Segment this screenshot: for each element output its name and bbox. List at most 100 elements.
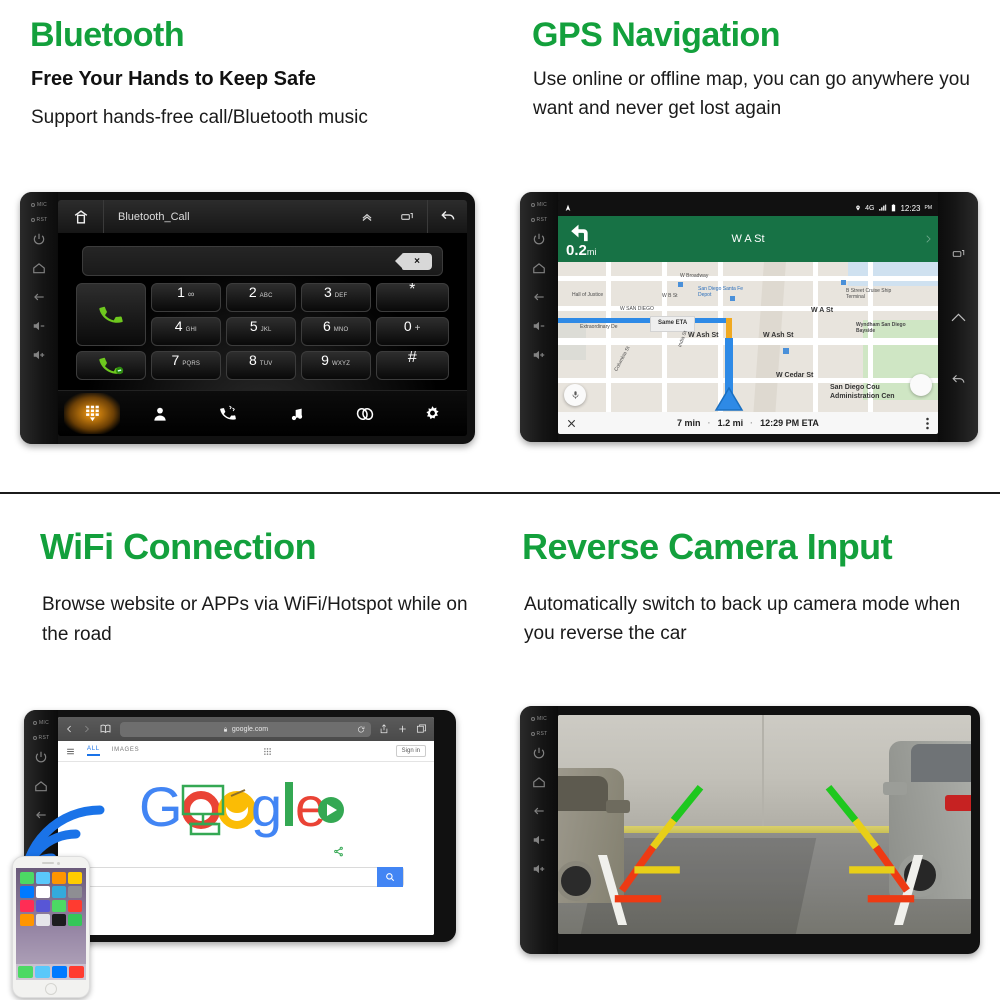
share-icon[interactable] [333, 846, 344, 857]
volume-up-icon[interactable] [532, 348, 546, 362]
power-icon[interactable] [532, 232, 546, 246]
bluetooth-screen: Bluetooth_Call × 1 ∞ 2 ABC 3 DEF * 4 GHI… [58, 200, 467, 436]
device-left-bezel: MIC RST [520, 192, 558, 442]
bezel-mic-label: MIC [530, 716, 547, 722]
music-icon[interactable] [263, 391, 331, 436]
chevron-right-icon[interactable] [923, 232, 933, 246]
tab-all[interactable]: ALL [87, 746, 100, 756]
share-icon[interactable] [379, 723, 389, 735]
dialpad-key[interactable]: 8 TUV [225, 351, 296, 380]
hamburger-menu-icon[interactable] [66, 747, 75, 756]
map-canvas[interactable]: Same ETA W Broadway W SAN DIEGO W B St W… [558, 262, 938, 412]
navigation-arrow-icon [565, 204, 571, 211]
dialpad-key[interactable]: 9 WXYZ [300, 351, 371, 380]
eta-callout: Same ETA [650, 316, 696, 332]
volume-up-icon[interactable] [532, 862, 546, 876]
bluetooth-heading: Bluetooth [30, 16, 185, 54]
dialpad-key[interactable]: 6 MNO [300, 317, 371, 346]
dialpad-key[interactable]: 7 PQRS [150, 351, 221, 380]
contacts-icon[interactable] [126, 391, 194, 436]
back-icon[interactable] [532, 290, 546, 304]
more-vertical-icon[interactable] [926, 417, 929, 430]
back-icon[interactable] [32, 290, 46, 304]
call-history-icon[interactable] [194, 391, 262, 436]
google-doodle-logo[interactable]: G g e [139, 775, 354, 857]
home-icon[interactable] [34, 779, 48, 793]
map-direction-button[interactable] [910, 374, 932, 396]
phone-number-input[interactable]: × [82, 246, 443, 276]
map-label: B Street Cruise Ship Terminal [846, 288, 892, 300]
panel-gps: GPS Navigation Use online or offline map… [500, 0, 1000, 492]
home-icon[interactable] [949, 310, 968, 323]
lock-icon [223, 726, 227, 732]
network-label: 4G [865, 204, 875, 212]
head-unit-gps: MIC RST 4G 12:23 PM 0.2mi W A St Same ET… [520, 192, 978, 442]
link-icon[interactable] [331, 391, 399, 436]
bookmarks-icon[interactable] [99, 723, 112, 735]
home-icon[interactable] [58, 200, 104, 233]
map-label: W Broadway [680, 273, 709, 279]
dialpad-key[interactable]: * [375, 281, 449, 312]
home-icon[interactable] [532, 775, 546, 789]
search-input[interactable] [88, 867, 404, 887]
home-button[interactable] [45, 983, 57, 995]
back-arrow-icon[interactable] [65, 723, 74, 735]
dialpad-key[interactable]: 3 DEF [300, 283, 371, 312]
new-tab-icon[interactable] [397, 723, 408, 735]
volume-down-icon[interactable] [532, 319, 546, 333]
gps-body: Use online or offline map, you can go an… [533, 69, 970, 119]
volume-down-icon[interactable] [532, 833, 546, 847]
apps-grid-icon[interactable] [263, 747, 272, 756]
power-icon[interactable] [532, 746, 546, 760]
chevron-up-icon[interactable] [347, 200, 387, 233]
head-unit-bluetooth: MIC RST Bluetooth_Call × 1 ∞ 2 ABC 3 DEF… [20, 192, 475, 444]
map-label: W Cedar St [776, 372, 814, 379]
trip-duration: 7 min [677, 418, 701, 428]
back-icon[interactable] [532, 804, 546, 818]
dialpad-key[interactable]: 5 JKL [225, 317, 296, 346]
dialpad-key[interactable]: 2 ABC [225, 283, 296, 312]
settings-icon[interactable] [399, 391, 467, 436]
battery-icon [892, 204, 896, 212]
power-icon[interactable] [34, 750, 48, 764]
device-right-bezel [938, 192, 978, 442]
panel-camera: Reverse Camera Input Automatically switc… [500, 494, 1000, 1000]
home-icon[interactable] [532, 261, 546, 275]
bluetooth-body: Support hands-free call/Bluetooth music [31, 107, 368, 128]
volume-down-icon[interactable] [32, 319, 46, 333]
dialpad-key[interactable]: 1 ∞ [150, 283, 221, 312]
sign-in-button[interactable]: Sign in [395, 745, 426, 757]
dialpad-key[interactable]: 0 + [375, 317, 449, 346]
close-icon[interactable] [566, 418, 577, 429]
address-bar[interactable]: google.com [120, 721, 371, 737]
microphone-icon[interactable] [564, 384, 586, 406]
recents-icon[interactable] [387, 200, 427, 233]
dialpad-key[interactable]: 4 GHI [150, 317, 221, 346]
call-button[interactable] [76, 283, 146, 346]
wifi-body: Browse website or APPs via WiFi/Hotspot … [42, 594, 468, 646]
end-call-button[interactable] [76, 351, 146, 380]
power-icon[interactable] [32, 232, 46, 246]
search-icon[interactable] [376, 867, 403, 887]
backspace-icon[interactable]: × [395, 252, 432, 270]
device-left-bezel: MIC RST [20, 192, 58, 444]
volume-up-icon[interactable] [32, 348, 46, 362]
home-icon[interactable] [32, 261, 46, 275]
map-label: Hall of Justice [572, 292, 604, 298]
bt-titlebar: Bluetooth_Call [58, 200, 467, 234]
back-icon[interactable] [949, 372, 968, 388]
tabs-icon[interactable] [416, 723, 427, 735]
bezel-rst-label: RST [530, 731, 548, 737]
bt-app-title: Bluetooth_Call [118, 210, 190, 223]
dialpad-key[interactable]: # [375, 349, 449, 380]
tab-images[interactable]: IMAGES [112, 747, 140, 755]
reload-icon[interactable] [357, 725, 365, 734]
bezel-rst-label: RST [30, 217, 48, 223]
forward-arrow-icon[interactable] [82, 723, 91, 735]
dialpad: 1 ∞ 2 ABC 3 DEF * 4 GHI 5 JKL 6 MNO 0 + … [76, 281, 449, 380]
recents-icon[interactable] [950, 247, 967, 261]
back-icon[interactable] [427, 200, 467, 233]
bezel-mic-label: MIC [530, 202, 547, 208]
reverse-camera-screen [558, 715, 971, 934]
dialpad-icon[interactable] [58, 391, 126, 436]
